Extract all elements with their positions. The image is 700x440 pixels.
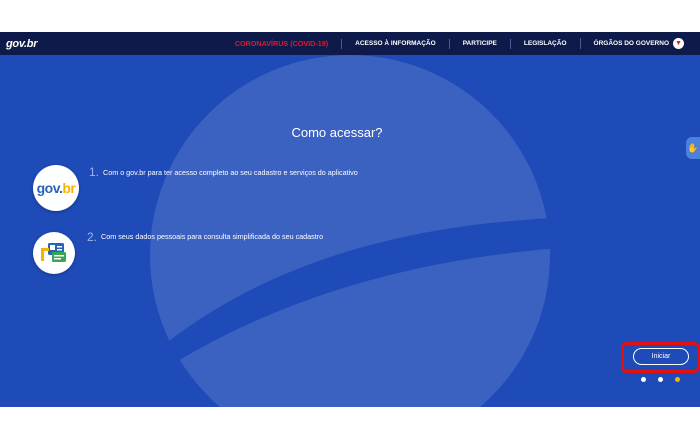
- nav-orgaos-label: ÓRGÃOS DO GOVERNO: [593, 40, 669, 48]
- start-button[interactable]: Iniciar: [633, 348, 689, 365]
- step-number: 1.: [89, 165, 100, 179]
- govbr-logo-text: gov.: [36, 180, 63, 196]
- nav-participe[interactable]: PARTICIPE: [448, 38, 510, 49]
- onboarding-panel: Como acessar? gov.br 1. Com o gov.br par…: [0, 55, 700, 407]
- nav-acesso-informacao[interactable]: ACESSO À INFORMAÇÃO: [341, 38, 449, 49]
- carousel-indicator: [641, 377, 692, 382]
- chevron-down-icon: ▼: [673, 37, 684, 49]
- sign-language-icon[interactable]: ✋: [686, 137, 700, 159]
- nav-covid[interactable]: CORONAVÍRUS (COVID-19): [222, 39, 341, 49]
- id-card-icon: [33, 232, 75, 274]
- govbr-logo[interactable]: gov.br: [6, 38, 38, 50]
- carousel-dot-active[interactable]: [675, 377, 680, 382]
- nav-legislacao[interactable]: LEGISLAÇÃO: [509, 38, 580, 49]
- step-govbr[interactable]: gov.br 1. Com o gov.br para ter acesso c…: [33, 165, 358, 211]
- top-navigation-bar: gov.br CORONAVÍRUS (COVID-19) ACESSO À I…: [0, 32, 700, 55]
- govbr-logo-icon: gov.br: [33, 165, 79, 211]
- page-title: Como acessar?: [291, 125, 383, 140]
- step-description: Com seus dados pessoais para consulta si…: [101, 232, 324, 241]
- carousel-dot[interactable]: [641, 377, 646, 382]
- govbr-logo-text-suffix: br: [62, 180, 76, 196]
- nav-orgaos-governo[interactable]: ÓRGÃOS DO GOVERNO ▼: [579, 37, 700, 50]
- step-number: 2.: [87, 230, 98, 244]
- carousel-dot[interactable]: [658, 377, 663, 382]
- step-personal-data[interactable]: 2. Com seus dados pessoais para consulta…: [33, 230, 324, 274]
- top-nav: CORONAVÍRUS (COVID-19) ACESSO À INFORMAÇ…: [222, 32, 700, 55]
- step-description: Com o gov.br para ter acesso completo ao…: [103, 168, 358, 177]
